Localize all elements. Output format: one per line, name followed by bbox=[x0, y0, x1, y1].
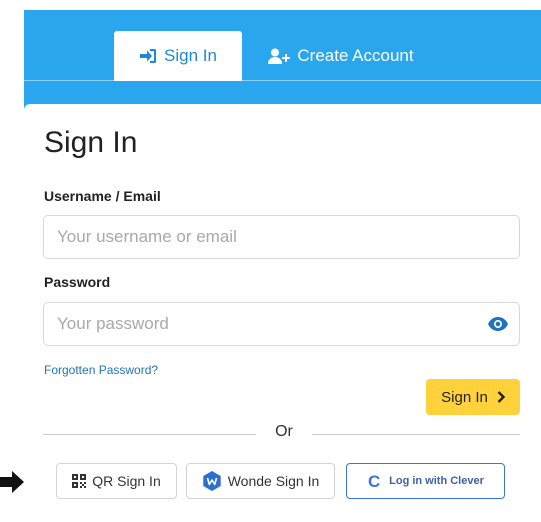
clever-sign-in-label: Log in with Clever bbox=[389, 475, 484, 487]
sign-in-icon bbox=[140, 49, 157, 63]
qr-sign-in-button[interactable]: QR Sign In bbox=[56, 463, 177, 499]
page-title: Sign In bbox=[44, 126, 138, 159]
sign-in-button[interactable]: Sign In bbox=[426, 379, 520, 415]
divider-right bbox=[312, 434, 520, 435]
divider-left bbox=[43, 434, 256, 435]
wonde-logo-icon bbox=[203, 471, 221, 491]
chevron-right-icon bbox=[497, 391, 505, 403]
password-input[interactable] bbox=[43, 302, 520, 346]
or-divider-text: Or bbox=[275, 423, 293, 440]
tab-sign-in-label: Sign In bbox=[164, 46, 217, 65]
arrow-icon bbox=[0, 471, 24, 493]
username-label: Username / Email bbox=[44, 188, 161, 204]
username-input[interactable] bbox=[43, 215, 520, 259]
wonde-sign-in-label: Wonde Sign In bbox=[227, 473, 320, 489]
password-label: Password bbox=[44, 274, 111, 290]
eye-icon[interactable] bbox=[488, 317, 508, 331]
qr-sign-in-label: QR Sign In bbox=[92, 473, 161, 489]
qr-code-icon bbox=[72, 474, 87, 488]
clever-logo-letter: C bbox=[368, 472, 380, 490]
forgot-password-link[interactable]: Forgotten Password? bbox=[44, 363, 158, 377]
tab-sign-in[interactable]: Sign In bbox=[114, 31, 242, 81]
user-plus-icon bbox=[268, 48, 291, 64]
sign-in-card: Sign In Username / Email Password Forgot… bbox=[24, 104, 541, 522]
clever-sign-in-button[interactable]: C Log in with Clever bbox=[346, 463, 505, 499]
tab-create-account-label: Create Account bbox=[297, 46, 414, 65]
wonde-sign-in-button[interactable]: Wonde Sign In bbox=[186, 463, 335, 499]
clever-logo-icon: C bbox=[368, 472, 380, 490]
sign-in-button-label: Sign In bbox=[441, 388, 488, 406]
tab-create-account[interactable]: Create Account bbox=[248, 31, 434, 81]
